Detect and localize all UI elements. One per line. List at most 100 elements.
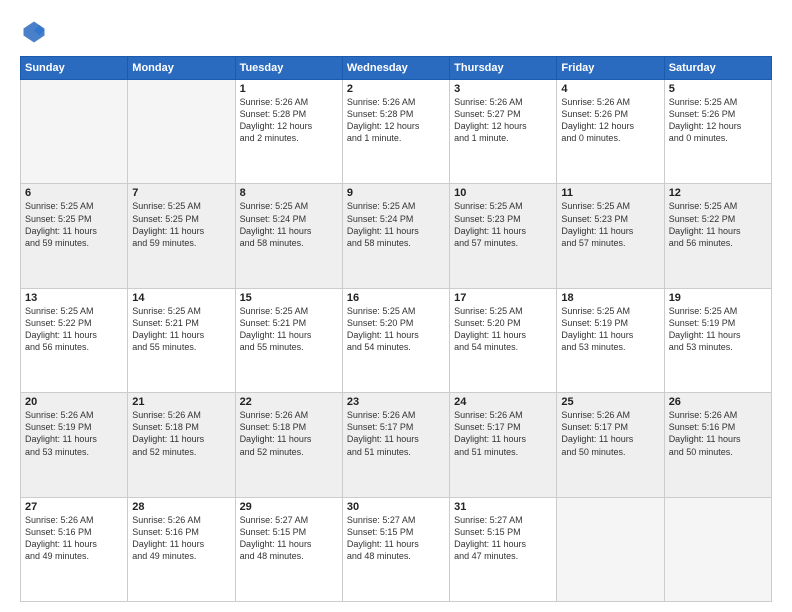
- calendar-cell: [128, 80, 235, 184]
- day-info: Sunrise: 5:26 AM Sunset: 5:16 PM Dayligh…: [669, 409, 767, 458]
- calendar-cell: [21, 80, 128, 184]
- day-number: 25: [561, 396, 659, 408]
- day-number: 30: [347, 501, 445, 513]
- day-info: Sunrise: 5:26 AM Sunset: 5:17 PM Dayligh…: [347, 409, 445, 458]
- day-info: Sunrise: 5:25 AM Sunset: 5:25 PM Dayligh…: [132, 200, 230, 249]
- day-info: Sunrise: 5:25 AM Sunset: 5:22 PM Dayligh…: [25, 305, 123, 354]
- day-number: 19: [669, 292, 767, 304]
- calendar-cell: 2Sunrise: 5:26 AM Sunset: 5:28 PM Daylig…: [342, 80, 449, 184]
- calendar-cell: 13Sunrise: 5:25 AM Sunset: 5:22 PM Dayli…: [21, 288, 128, 392]
- day-info: Sunrise: 5:25 AM Sunset: 5:26 PM Dayligh…: [669, 96, 767, 145]
- day-number: 26: [669, 396, 767, 408]
- day-number: 5: [669, 83, 767, 95]
- day-info: Sunrise: 5:27 AM Sunset: 5:15 PM Dayligh…: [347, 514, 445, 563]
- logo: [20, 18, 52, 46]
- day-number: 11: [561, 187, 659, 199]
- day-number: 23: [347, 396, 445, 408]
- day-info: Sunrise: 5:25 AM Sunset: 5:21 PM Dayligh…: [132, 305, 230, 354]
- day-info: Sunrise: 5:26 AM Sunset: 5:26 PM Dayligh…: [561, 96, 659, 145]
- day-info: Sunrise: 5:25 AM Sunset: 5:24 PM Dayligh…: [240, 200, 338, 249]
- day-info: Sunrise: 5:25 AM Sunset: 5:19 PM Dayligh…: [561, 305, 659, 354]
- day-info: Sunrise: 5:25 AM Sunset: 5:20 PM Dayligh…: [454, 305, 552, 354]
- calendar-cell: 22Sunrise: 5:26 AM Sunset: 5:18 PM Dayli…: [235, 393, 342, 497]
- calendar-cell: [557, 497, 664, 601]
- calendar-cell: 3Sunrise: 5:26 AM Sunset: 5:27 PM Daylig…: [450, 80, 557, 184]
- calendar-week-row: 20Sunrise: 5:26 AM Sunset: 5:19 PM Dayli…: [21, 393, 772, 497]
- calendar-week-row: 6Sunrise: 5:25 AM Sunset: 5:25 PM Daylig…: [21, 184, 772, 288]
- calendar-week-row: 1Sunrise: 5:26 AM Sunset: 5:28 PM Daylig…: [21, 80, 772, 184]
- day-number: 8: [240, 187, 338, 199]
- day-info: Sunrise: 5:27 AM Sunset: 5:15 PM Dayligh…: [454, 514, 552, 563]
- day-number: 20: [25, 396, 123, 408]
- calendar-cell: 17Sunrise: 5:25 AM Sunset: 5:20 PM Dayli…: [450, 288, 557, 392]
- day-info: Sunrise: 5:26 AM Sunset: 5:28 PM Dayligh…: [347, 96, 445, 145]
- day-info: Sunrise: 5:26 AM Sunset: 5:17 PM Dayligh…: [454, 409, 552, 458]
- day-number: 2: [347, 83, 445, 95]
- calendar-week-row: 27Sunrise: 5:26 AM Sunset: 5:16 PM Dayli…: [21, 497, 772, 601]
- day-info: Sunrise: 5:25 AM Sunset: 5:23 PM Dayligh…: [561, 200, 659, 249]
- page: SundayMondayTuesdayWednesdayThursdayFrid…: [0, 0, 792, 612]
- calendar-cell: 26Sunrise: 5:26 AM Sunset: 5:16 PM Dayli…: [664, 393, 771, 497]
- day-number: 4: [561, 83, 659, 95]
- day-number: 24: [454, 396, 552, 408]
- day-info: Sunrise: 5:25 AM Sunset: 5:22 PM Dayligh…: [669, 200, 767, 249]
- calendar-table: SundayMondayTuesdayWednesdayThursdayFrid…: [20, 56, 772, 602]
- day-info: Sunrise: 5:26 AM Sunset: 5:28 PM Dayligh…: [240, 96, 338, 145]
- day-number: 10: [454, 187, 552, 199]
- day-number: 6: [25, 187, 123, 199]
- calendar-cell: 18Sunrise: 5:25 AM Sunset: 5:19 PM Dayli…: [557, 288, 664, 392]
- calendar-week-row: 13Sunrise: 5:25 AM Sunset: 5:22 PM Dayli…: [21, 288, 772, 392]
- day-info: Sunrise: 5:26 AM Sunset: 5:27 PM Dayligh…: [454, 96, 552, 145]
- calendar-header-row: SundayMondayTuesdayWednesdayThursdayFrid…: [21, 57, 772, 80]
- day-number: 15: [240, 292, 338, 304]
- day-info: Sunrise: 5:25 AM Sunset: 5:20 PM Dayligh…: [347, 305, 445, 354]
- day-number: 14: [132, 292, 230, 304]
- calendar-cell: 9Sunrise: 5:25 AM Sunset: 5:24 PM Daylig…: [342, 184, 449, 288]
- calendar-cell: 14Sunrise: 5:25 AM Sunset: 5:21 PM Dayli…: [128, 288, 235, 392]
- day-number: 12: [669, 187, 767, 199]
- day-number: 13: [25, 292, 123, 304]
- day-info: Sunrise: 5:26 AM Sunset: 5:19 PM Dayligh…: [25, 409, 123, 458]
- calendar-cell: 12Sunrise: 5:25 AM Sunset: 5:22 PM Dayli…: [664, 184, 771, 288]
- day-number: 3: [454, 83, 552, 95]
- day-number: 18: [561, 292, 659, 304]
- col-header-sunday: Sunday: [21, 57, 128, 80]
- calendar-cell: 5Sunrise: 5:25 AM Sunset: 5:26 PM Daylig…: [664, 80, 771, 184]
- day-info: Sunrise: 5:25 AM Sunset: 5:23 PM Dayligh…: [454, 200, 552, 249]
- calendar-cell: 6Sunrise: 5:25 AM Sunset: 5:25 PM Daylig…: [21, 184, 128, 288]
- calendar-cell: 15Sunrise: 5:25 AM Sunset: 5:21 PM Dayli…: [235, 288, 342, 392]
- day-info: Sunrise: 5:26 AM Sunset: 5:16 PM Dayligh…: [25, 514, 123, 563]
- col-header-saturday: Saturday: [664, 57, 771, 80]
- day-number: 31: [454, 501, 552, 513]
- day-info: Sunrise: 5:26 AM Sunset: 5:17 PM Dayligh…: [561, 409, 659, 458]
- calendar-cell: 24Sunrise: 5:26 AM Sunset: 5:17 PM Dayli…: [450, 393, 557, 497]
- calendar-cell: 25Sunrise: 5:26 AM Sunset: 5:17 PM Dayli…: [557, 393, 664, 497]
- day-info: Sunrise: 5:27 AM Sunset: 5:15 PM Dayligh…: [240, 514, 338, 563]
- calendar-cell: 11Sunrise: 5:25 AM Sunset: 5:23 PM Dayli…: [557, 184, 664, 288]
- logo-icon: [20, 18, 48, 46]
- day-number: 27: [25, 501, 123, 513]
- day-number: 1: [240, 83, 338, 95]
- calendar-cell: 7Sunrise: 5:25 AM Sunset: 5:25 PM Daylig…: [128, 184, 235, 288]
- calendar-cell: 27Sunrise: 5:26 AM Sunset: 5:16 PM Dayli…: [21, 497, 128, 601]
- day-number: 7: [132, 187, 230, 199]
- day-number: 28: [132, 501, 230, 513]
- col-header-friday: Friday: [557, 57, 664, 80]
- day-number: 22: [240, 396, 338, 408]
- header: [20, 18, 772, 46]
- calendar-cell: 30Sunrise: 5:27 AM Sunset: 5:15 PM Dayli…: [342, 497, 449, 601]
- calendar-cell: 10Sunrise: 5:25 AM Sunset: 5:23 PM Dayli…: [450, 184, 557, 288]
- day-info: Sunrise: 5:25 AM Sunset: 5:25 PM Dayligh…: [25, 200, 123, 249]
- calendar-cell: 29Sunrise: 5:27 AM Sunset: 5:15 PM Dayli…: [235, 497, 342, 601]
- calendar-cell: 21Sunrise: 5:26 AM Sunset: 5:18 PM Dayli…: [128, 393, 235, 497]
- day-number: 17: [454, 292, 552, 304]
- day-info: Sunrise: 5:25 AM Sunset: 5:19 PM Dayligh…: [669, 305, 767, 354]
- col-header-monday: Monday: [128, 57, 235, 80]
- day-info: Sunrise: 5:25 AM Sunset: 5:24 PM Dayligh…: [347, 200, 445, 249]
- col-header-tuesday: Tuesday: [235, 57, 342, 80]
- calendar-cell: 28Sunrise: 5:26 AM Sunset: 5:16 PM Dayli…: [128, 497, 235, 601]
- calendar-cell: 16Sunrise: 5:25 AM Sunset: 5:20 PM Dayli…: [342, 288, 449, 392]
- calendar-cell: 19Sunrise: 5:25 AM Sunset: 5:19 PM Dayli…: [664, 288, 771, 392]
- day-number: 21: [132, 396, 230, 408]
- col-header-thursday: Thursday: [450, 57, 557, 80]
